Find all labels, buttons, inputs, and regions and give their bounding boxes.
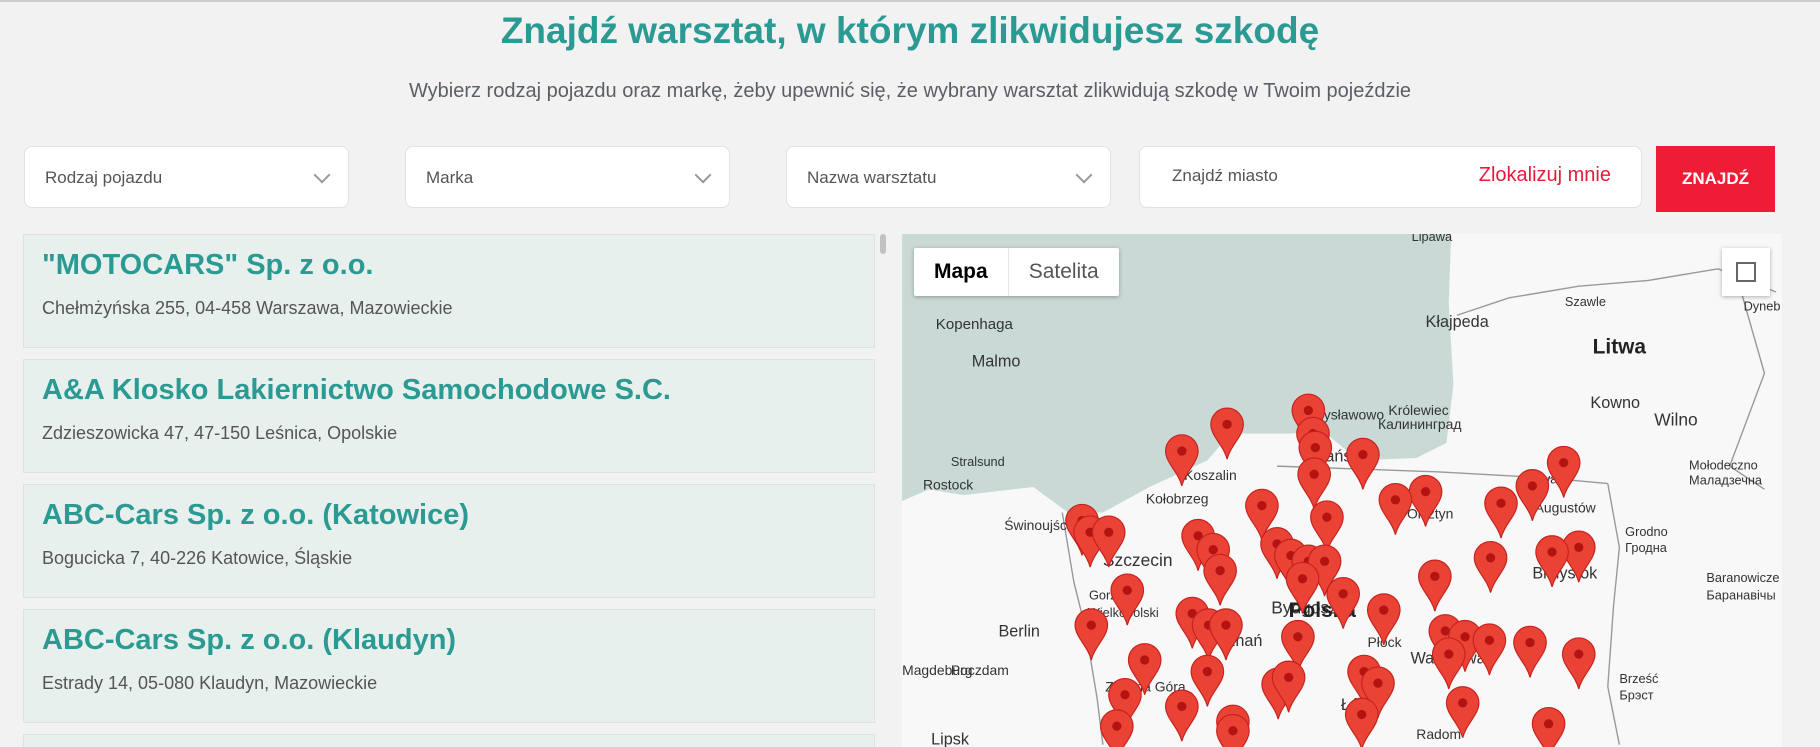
map-label-baranowicze: Baranowicze [1706, 570, 1779, 585]
locate-me-link[interactable]: Zlokalizuj mnie [1479, 164, 1611, 187]
vehicle-type-label: Rodzaj pojazdu [45, 168, 163, 187]
map-type-map-button[interactable]: Mapa [914, 248, 1008, 296]
workshop-item[interactable]: "MOTOCARS" Sp. z o.o. Chełmżyńska 255, 0… [23, 234, 875, 348]
map-label-grodno: Grodno [1625, 524, 1668, 539]
city-search: Zlokalizuj mnie [1139, 146, 1642, 208]
map-label-wilno: Wilno [1654, 410, 1697, 430]
map-label-lipsk: Lipsk [931, 731, 970, 747]
workshop-name-label: Nazwa warsztatu [807, 168, 937, 187]
workshop-name: "MOTOCARS" Sp. z o.o. [42, 249, 374, 281]
fullscreen-button[interactable] [1722, 248, 1770, 296]
fullscreen-icon [1736, 272, 1746, 282]
fullscreen-icon [1746, 262, 1756, 272]
map-label-klajpeda: Kłajpeda [1426, 313, 1490, 331]
workshop-address: Chełmżyńska 255, 04-458 Warszawa, Mazowi… [42, 298, 453, 318]
workshop-address: Zdzieszowicka 47, 47-150 Leśnica, Opolsk… [42, 423, 398, 443]
map-canvas[interactable]: Kopenhaga Malmo Lipawa Kłajpeda Szawle Dyneb L… [902, 234, 1782, 747]
list-scrollbar[interactable] [880, 234, 886, 254]
map-label-malmo: Malmo [972, 352, 1021, 370]
map-label-rostock: Rostock [923, 476, 973, 492]
brand-select[interactable]: Marka [405, 146, 730, 208]
city-input[interactable] [1170, 165, 1424, 187]
map-label-dyneb: Dyneb [1744, 299, 1781, 314]
map-label-stralsund: Stralsund [951, 454, 1005, 469]
vehicle-type-select[interactable]: Rodzaj pojazdu [24, 146, 349, 208]
find-button[interactable]: ZNAJDŹ [1656, 146, 1775, 212]
map-label-magdeburg: Magdeburg [902, 662, 972, 678]
workshop-item[interactable]: A&A Klosko Lakiernictwo Samochodowe S.C.… [23, 359, 875, 473]
map-label-brzesc_by: Брэст [1619, 687, 1653, 702]
map-label-lipawa: Lipawa [1412, 234, 1453, 244]
map-label-litwa: Litwa [1593, 336, 1647, 359]
workshop-item[interactable]: ABC-Cars Sp. z o.o. (Katowice) Bogucicka… [23, 484, 875, 598]
map[interactable]: Kopenhaga Malmo Lipawa Kłajpeda Szawle Dyneb L… [902, 234, 1782, 747]
map-label-radom: Radom [1416, 726, 1461, 742]
workshop-name: A&A Klosko Lakiernictwo Samochodowe S.C. [42, 374, 671, 406]
fullscreen-icon [1736, 262, 1746, 272]
workshop-item[interactable]: ABC-Cars Sp. z o.o. (Klaudyn) Estrady 14… [23, 609, 875, 723]
map-label-brzesc: Brześć [1619, 671, 1659, 686]
workshop-name: ABC-Cars Sp. z o.o. (Klaudyn) [42, 624, 457, 656]
workshop-name: ABC-Cars Sp. z o.o. (Katowice) [42, 499, 469, 531]
chevron-down-icon [1075, 166, 1093, 184]
fullscreen-icon [1746, 272, 1756, 282]
map-label-kolobrzeg: Kołobrzeg [1146, 490, 1209, 506]
map-label-augustow: Augustów [1535, 500, 1597, 516]
workshop-address: Bogucicka 7, 40-226 Katowice, Śląskie [42, 548, 353, 568]
map-label-berlin: Berlin [998, 623, 1040, 641]
page-title: Znajdź warsztat, w którym zlikwidujesz s… [500, 10, 1320, 51]
map-pin-marker[interactable] [1216, 713, 1250, 747]
workshop-address: Estrady 14, 05-080 Klaudyn, Mazowieckie [42, 673, 378, 693]
map-label-kopenhaga: Kopenhaga [936, 316, 1014, 333]
map-label-szawle: Szawle [1565, 294, 1606, 309]
map-label-kowno: Kowno [1590, 394, 1640, 412]
chevron-down-icon [694, 166, 712, 184]
map-label-grodno_by: Гродна [1625, 540, 1668, 555]
page-subtitle: Wybierz rodzaj pojazdu oraz markę, żeby … [408, 80, 1412, 102]
map-label-koszalin: Koszalin [1184, 467, 1237, 483]
workshop-name-select[interactable]: Nazwa warsztatu [786, 146, 1111, 208]
workshop-list: "MOTOCARS" Sp. z o.o. Chełmżyńska 255, 0… [23, 234, 885, 747]
brand-label: Marka [426, 168, 474, 187]
map-label-molodeczno_by: Маладзечна [1689, 473, 1763, 488]
chevron-down-icon [313, 166, 331, 184]
map-type-satellite-button[interactable]: Satelita [1007, 248, 1119, 296]
workshop-item[interactable] [23, 734, 875, 747]
map-label-molodeczno: Mołodeczno [1689, 458, 1758, 473]
map-label-baranowicze_by: Баранавічы [1706, 588, 1775, 603]
map-type-control: Mapa Satelita [914, 248, 1119, 296]
map-label-kaliningrad: Калининград [1378, 416, 1462, 432]
